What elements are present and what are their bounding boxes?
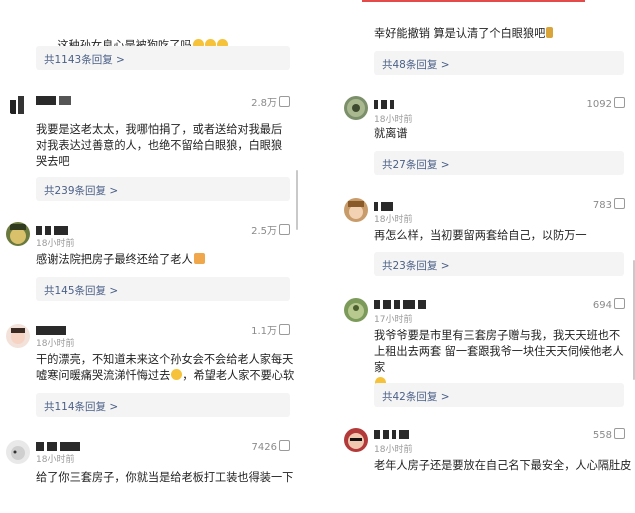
like-count: 694 [592,300,612,311]
candle-emoji-icon [546,27,554,38]
grinning-emoji-icon [171,369,183,380]
comment-item: 18小时前 783 再怎么样，当初要留两套给自己，以防万一 共23条回复 > [332,194,635,284]
comment-text: 再怎么样，当初要留两套给自己，以防万一 [374,229,587,242]
like-count: 2.8万 [251,98,277,109]
right-comment-list[interactable]: 幸好能撤销 算是认清了个白眼狼吧 共48条回复 > 18小时前 1092 就离谱… [332,0,635,513]
view-replies-button[interactable]: 共23条回复 > [374,252,624,276]
comment-item: 18小时前 1.1万 干的漂亮，不知道未来这个孙女会不会给老人家每天嘘寒问暖痛哭… [0,318,300,428]
thumbs-up-icon [614,198,625,209]
replies-count: 共1143条回复 > [44,54,125,66]
timestamp: 18小时前 [36,239,75,249]
replies-count: 共239条回复 > [44,185,119,197]
avatar[interactable] [344,96,368,120]
comment-item: 18小时前 1092 就离谱 共27条回复 > [332,92,635,182]
like-button[interactable]: 558 [593,428,625,441]
avatar-image [348,201,364,219]
like-count: 1092 [586,99,612,110]
timestamp: 18小时前 [374,115,413,125]
username[interactable] [36,442,83,452]
replies-count: 共48条回复 > [382,59,450,71]
like-count: 783 [592,200,612,211]
comment-item: 17小时前 694 我爷爷要是市里有三套房子赠与我，我天天班也不上租出去两套 留… [332,294,635,412]
avatar-image [10,96,24,114]
comment-text: 就离谱 [374,127,408,140]
view-replies-button[interactable]: 共48条回复 > [374,51,624,75]
avatar[interactable] [6,440,30,464]
like-button[interactable]: 1.1万 [251,322,290,337]
comment-item: 18小时前 558 老年人房子还是要放在自己名下最安全，人心隔肚皮 [332,424,635,513]
like-button[interactable]: 2.8万 [251,94,290,109]
username[interactable] [374,202,396,212]
comment-text: 我要是这老太太，我哪怕捐了，或者送给对我最后对我表达过善意的人，也绝不留给白眼狼… [36,123,283,168]
comment-item: 18小时前 7426 给了你三套房子，你就当是给老板打工装也得装一下 [0,436,300,513]
comment-text: 干的漂亮，不知道未来这个孙女会不会给老人家每天嘘寒问暖痛哭流涕忏悔过去 ，希望老人… [36,353,295,382]
username[interactable] [374,100,397,110]
comment-text: 老年人房子还是要放在自己名下最安全，人心隔肚皮 [374,459,632,472]
thumbs-up-icon [279,96,290,107]
like-button[interactable]: 2.5万 [251,222,290,237]
view-replies-button[interactable]: 共145条回复 > [36,277,290,301]
comment-item: 幸好能撤销 算是认清了个白眼狼吧 共48条回复 > [332,0,635,80]
like-count: 7426 [251,442,277,453]
replies-count: 共114条回复 > [44,401,119,413]
avatar[interactable] [344,198,368,222]
replies-count: 共27条回复 > [382,159,450,171]
thumbs-up-icon [614,97,625,108]
view-replies-button[interactable]: 共27条回复 > [374,151,624,175]
like-count: 2.5万 [251,226,277,237]
avatar[interactable] [6,324,30,348]
comment-item: 这种孙女良心是被狗吃了吗 共1143条回复 > [0,0,300,80]
avatar-image [11,328,25,344]
username[interactable] [374,300,429,310]
comment-text: 感谢法院把房子最终还给了老人 [36,252,292,268]
like-button[interactable]: 783 [593,198,625,211]
username[interactable] [36,326,69,336]
left-comment-list[interactable]: 这种孙女良心是被狗吃了吗 共1143条回复 > 2.8万 我要是这老太太，我哪怕… [0,0,300,513]
like-count: 1.1万 [251,326,277,337]
like-button[interactable]: 1092 [587,97,625,110]
thumbs-up-icon [614,428,625,439]
view-replies-button[interactable]: 共239条回复 > [36,177,290,201]
avatar-image [348,433,364,449]
timestamp: 18小时前 [374,445,413,455]
username[interactable] [36,226,71,236]
thumbs-up-icon [279,440,290,451]
replies-count: 共145条回复 > [44,285,119,297]
timestamp: 17小时前 [374,315,413,325]
timestamp: 18小时前 [36,339,75,349]
avatar[interactable] [344,428,368,452]
like-count: 558 [592,430,612,441]
like-button[interactable]: 7426 [252,440,290,453]
comment-text: 幸好能撤销 算是认清了个白眼狼吧 [374,26,614,42]
replies-count: 共23条回复 > [382,260,450,272]
avatar-image [347,99,365,117]
timestamp: 18小时前 [36,455,75,465]
comment-text: 给了你三套房子，你就当是给老板打工装也得装一下 [36,471,294,484]
thumbs-up-icon [614,298,625,309]
avatar[interactable] [6,92,30,116]
comment-item: 18小时前 2.5万 感谢法院把房子最终还给了老人 共145条回复 > [0,218,300,308]
avatar-image [348,303,364,319]
avatar-image [11,446,25,460]
avatar[interactable] [6,222,30,246]
thumbs-up-icon [279,224,290,235]
replies-count: 共42条回复 > [382,391,450,403]
thumbs-up-icon [279,324,290,335]
view-replies-button[interactable]: 共42条回复 > [374,383,624,407]
username[interactable] [374,430,412,440]
comment-item: 2.8万 我要是这老太太，我哪怕捐了，或者送给对我最后对我表达过善意的人，也绝不… [0,88,300,208]
avatar-image [10,224,26,244]
timestamp: 18小时前 [374,215,413,225]
view-replies-button[interactable]: 共1143条回复 > [36,46,290,70]
username[interactable] [36,96,74,106]
avatar[interactable] [344,298,368,322]
like-button[interactable]: 694 [593,298,625,311]
thumbs-up-emoji-icon [193,253,205,264]
view-replies-button[interactable]: 共114条回复 > [36,393,290,417]
